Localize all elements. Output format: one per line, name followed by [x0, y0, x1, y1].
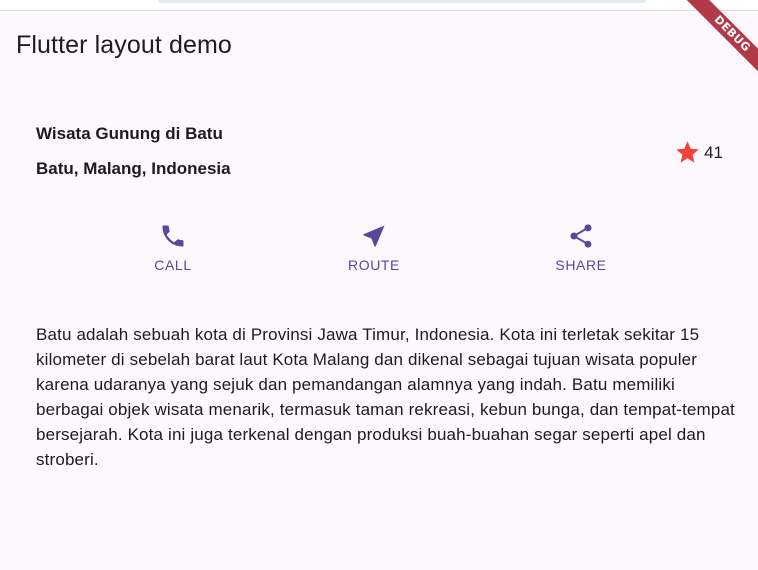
route-icon: [363, 225, 385, 247]
browser-top-strip: [0, 0, 758, 11]
description-text: Batu adalah sebuah kota di Provinsi Jawa…: [36, 325, 735, 469]
browser-address-bar[interactable]: [158, 0, 646, 3]
place-name: Wisata Gunung di Batu: [36, 124, 223, 143]
share-label: SHARE: [555, 257, 607, 273]
rating-count: 41: [704, 142, 723, 162]
title-section: Wisata Gunung di Batu Batu, Malang, Indo…: [36, 122, 726, 182]
app-window: Flutter layout demo DEBUG Wisata Gunung …: [0, 0, 758, 570]
app-bar-title: Flutter layout demo: [16, 31, 232, 59]
call-label: CALL: [154, 257, 192, 273]
route-label: ROUTE: [348, 257, 400, 273]
rating: 41: [674, 139, 723, 166]
share-icon: [570, 224, 592, 248]
debug-banner: DEBUG: [683, 0, 758, 83]
call-icon: [162, 225, 184, 247]
route-button[interactable]: ROUTE: [319, 222, 429, 273]
share-button[interactable]: SHARE: [526, 222, 636, 273]
place-location: Batu, Malang, Indonesia: [36, 159, 231, 178]
star-icon: [676, 141, 699, 163]
call-button[interactable]: CALL: [118, 222, 228, 273]
button-section: CALL ROUTE SHARE: [0, 222, 758, 282]
